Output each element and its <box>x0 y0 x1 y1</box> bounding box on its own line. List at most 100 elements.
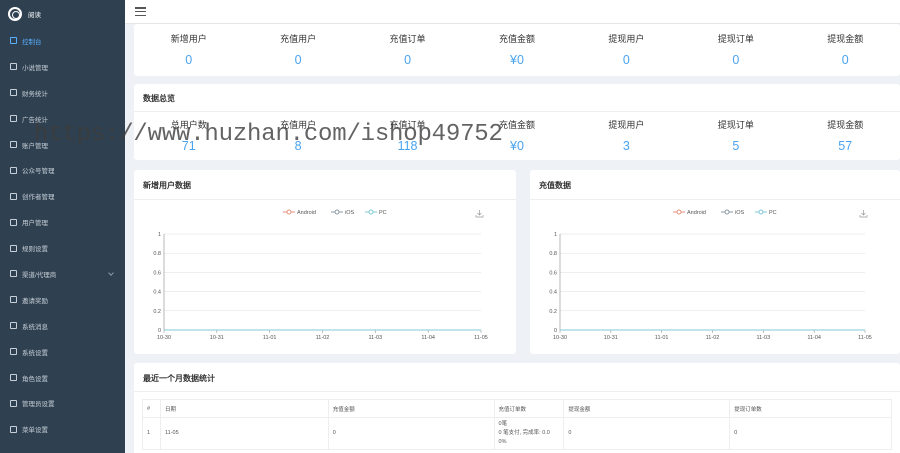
sidebar-item[interactable]: 公众号管理 <box>0 157 125 183</box>
sidebar-item[interactable]: 创作者管理 <box>0 183 125 209</box>
wechat-icon <box>10 166 17 174</box>
legend-label: Android <box>687 210 706 216</box>
x-tick-label: 11-03 <box>756 335 770 341</box>
y-tick-label: 1 <box>554 232 557 238</box>
stat-item: 充值订单 118 <box>353 118 462 153</box>
legend-item[interactable]: iOS <box>331 209 355 216</box>
hamburger-menu-icon[interactable] <box>135 7 146 17</box>
sidebar-item-label: 用户管理 <box>22 220 48 228</box>
table-cell: 11-05 <box>159 417 329 450</box>
sidebar-item[interactable]: 用户管理 <box>0 209 125 235</box>
stat-label: 新增用户 <box>170 34 207 44</box>
legend-item[interactable]: iOS <box>721 209 745 216</box>
stat-label: 提现订单 <box>717 120 754 130</box>
sidebar-item[interactable]: 账户管理 <box>0 132 125 158</box>
sidebar-item-label: 财务统计 <box>22 90 48 98</box>
cell-text: 0 <box>734 430 738 436</box>
legend-item[interactable]: Android <box>283 209 316 216</box>
stat-label: 提现订单 <box>717 34 754 44</box>
x-tick-label: 11-01 <box>263 335 277 341</box>
sidebar-item[interactable]: 菜单设置 <box>0 416 125 442</box>
x-tick-label: 10-31 <box>604 335 618 341</box>
sidebar-item[interactable]: 广告统计 <box>0 106 125 132</box>
y-tick-label: 0 <box>554 328 557 334</box>
line-chart-new-users: Android iOS PC 0 0.2 0.4 0.6 0.8 1 10-30 10-31 11-0… <box>153 209 488 341</box>
legend-label: iOS <box>735 210 745 216</box>
table-header-cell: 提现金额 <box>563 399 731 418</box>
stat-value: 0 <box>732 53 740 67</box>
legend-marker <box>758 209 764 215</box>
cell-text: 0 <box>332 430 336 436</box>
stat-label: 充值金额 <box>498 34 535 44</box>
sidebar-item[interactable]: 管理员设置 <box>0 390 125 416</box>
download-icon[interactable] <box>475 210 484 218</box>
overview-title: 数据总览 <box>143 94 175 103</box>
overview-card: 数据总览 总用户数 71 充值用户 8 充值订单 118 充值金额 ¥0 提现用户 3 提现订单 5 提… <box>134 84 900 160</box>
stat-item: 提现用户 0 <box>572 32 681 67</box>
logo[interactable]: 阅读 <box>0 0 125 28</box>
y-tick-label: 0.6 <box>549 270 557 276</box>
x-tick-label: 10-30 <box>157 335 171 341</box>
stat-value: 8 <box>294 139 302 153</box>
x-tick-label: 11-03 <box>368 335 382 341</box>
sidebar-item[interactable]: 系统设置 <box>0 339 125 365</box>
x-tick-label: 11-02 <box>316 335 330 341</box>
legend-label: Android <box>297 210 316 216</box>
sidebar-item-label: 系统消息 <box>22 323 48 331</box>
stat-item: 提现金额 0 <box>791 32 900 67</box>
legend-item[interactable]: PC <box>365 209 387 216</box>
y-tick-label: 0.4 <box>549 290 557 296</box>
stat-value: 5 <box>732 139 740 153</box>
stat-item: 新增用户 0 <box>134 32 243 67</box>
sidebar: 阅读 控制台 小说管理财务统计广告统计 账户管理 公众号管理 创作者管理用户管理规则设置… <box>0 0 125 453</box>
cell-text: 1 <box>147 430 151 436</box>
stat-label: 提现用户 <box>608 120 645 130</box>
cell-text: 0笔 <box>498 421 508 427</box>
today-stats-card: 新增用户 0 充值用户 0 充值订单 0 充值金额 ¥0 提现用户 0 提现订单 0 提现金额 0 <box>134 24 900 76</box>
stat-item: 总用户数 71 <box>134 118 243 153</box>
download-icon[interactable] <box>859 210 868 218</box>
stat-item: 提现用户 3 <box>572 118 681 153</box>
y-tick-label: 0.2 <box>549 309 557 315</box>
logo-text: 阅读 <box>28 12 41 19</box>
chart-card-recharge: 充值数据 Android iOS PC 0 0.2 0.4 0.6 0.8 1 10-30 10-3… <box>530 170 900 354</box>
chevron-down-icon <box>108 270 114 276</box>
monthly-table: # 日期 充值金额 充值订单数 提现金额 提现订单数 1 11-05 0 0笔 0 笔支付, 完成… <box>142 399 892 450</box>
x-tick-label: 11-04 <box>421 335 435 341</box>
x-tick-label: 10-31 <box>210 335 224 341</box>
y-tick-label: 0.4 <box>153 290 161 296</box>
stat-value: 0 <box>622 53 630 67</box>
monthly-card: 最近一个月数据统计 # 日期 充值金额 充值订单数 提现金额 提现订单数 1 11-05 0 0… <box>134 363 900 453</box>
legend-item[interactable]: PC <box>755 209 777 216</box>
table-header-cell: 充值金额 <box>327 399 495 418</box>
sidebar-item-label: 邀请奖励 <box>22 297 48 305</box>
x-tick-label: 11-05 <box>474 335 488 341</box>
stat-value: 0 <box>185 53 193 67</box>
sidebar-item[interactable]: 控制台 <box>0 28 125 54</box>
sidebar-item[interactable]: 邀请奖励 <box>0 287 125 313</box>
user-icon <box>10 218 17 226</box>
sidebar-item-label: 渠道/代理商 <box>22 271 57 279</box>
stat-item: 充值用户 0 <box>243 32 352 67</box>
sidebar-item[interactable]: 角色设置 <box>0 365 125 391</box>
stat-label: 充值金额 <box>498 120 535 130</box>
sidebar-item[interactable]: 渠道/代理商 <box>0 261 125 287</box>
monthly-title: 最近一个月数据统计 <box>143 374 215 383</box>
stat-item: 提现金额 57 <box>791 118 900 153</box>
stat-value: 57 <box>838 139 853 153</box>
legend-marker <box>368 209 374 215</box>
sidebar-item[interactable]: 系统消息 <box>0 313 125 339</box>
table-cell: 1 <box>142 417 161 450</box>
table-header-cell: 充值订单数 <box>493 399 565 418</box>
home-icon <box>10 37 17 45</box>
sidebar-item[interactable]: 规则设置 <box>0 235 125 261</box>
legend-item[interactable]: Android <box>673 209 706 216</box>
stat-item: 充值订单 0 <box>353 32 462 67</box>
x-tick-label: 11-01 <box>655 335 669 341</box>
admin-icon <box>10 399 17 407</box>
chart-card-new-users: 新增用户数据 Android iOS PC 0 0.2 0.4 0.6 0.8 1 10-30 10… <box>134 170 516 354</box>
sidebar-item[interactable]: 财务统计 <box>0 80 125 106</box>
table-header-cell: 日期 <box>159 399 329 418</box>
x-tick-label: 11-02 <box>706 335 720 341</box>
sidebar-item[interactable]: 小说管理 <box>0 54 125 80</box>
